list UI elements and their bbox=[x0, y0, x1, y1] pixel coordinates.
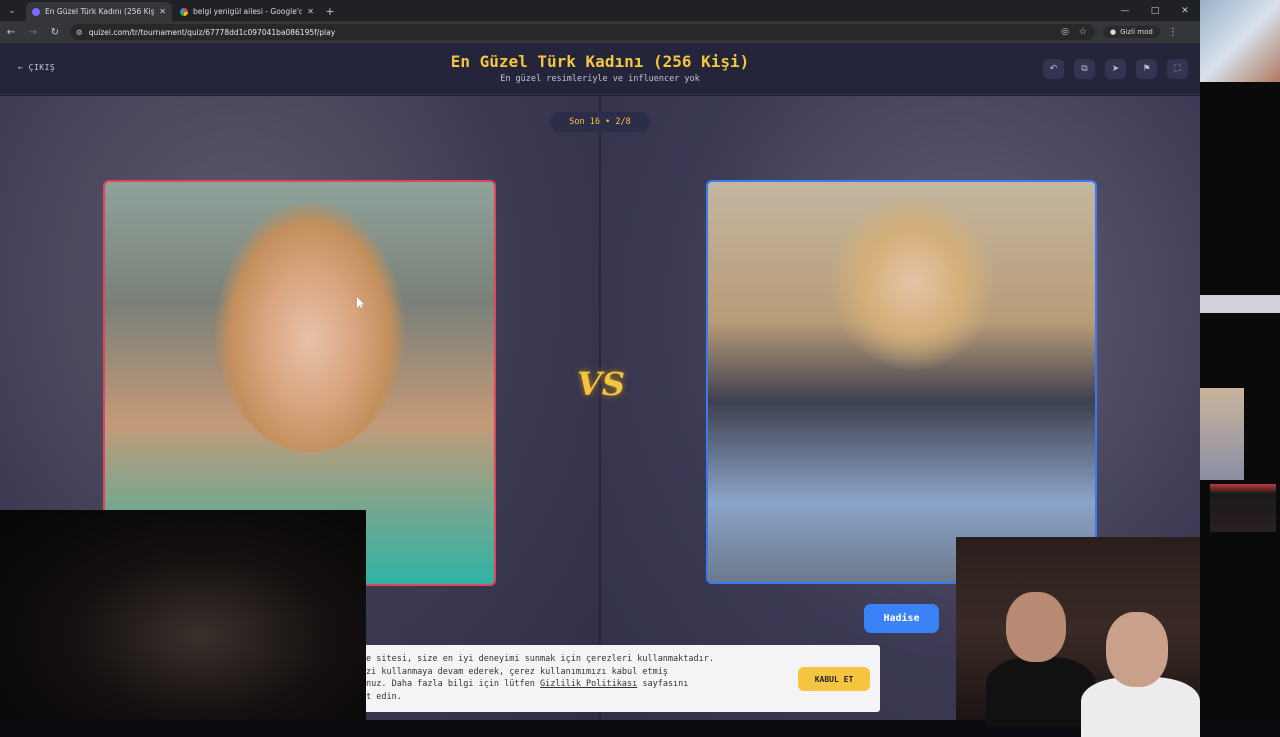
url-text: quizei.com/tr/tournament/quiz/67778dd1c0… bbox=[88, 27, 336, 37]
share-icon[interactable]: ⧉ bbox=[1074, 59, 1095, 79]
side-thumbnail-top bbox=[1200, 0, 1280, 82]
page-title: En Güzel Türk Kadını (256 Kişi) bbox=[450, 52, 750, 71]
incognito-label: Gizli mod bbox=[1120, 28, 1153, 36]
tab-google[interactable]: belgi yenigül ailesi - Google'da ✕ bbox=[174, 2, 320, 21]
reload-icon[interactable]: ↻ bbox=[44, 27, 66, 38]
cookie-line-2: zi kullanmaya devam ederek, çerez kullan… bbox=[366, 666, 668, 677]
window-controls: — □ ✕ bbox=[1110, 0, 1200, 21]
header-actions: ↶ ⧉ ➤ ⚑ ⛶ bbox=[1043, 59, 1188, 79]
minimize-icon[interactable]: — bbox=[1110, 0, 1140, 21]
page-subtitle: En güzel resimleriyle ve influencer yok bbox=[500, 74, 700, 84]
fullscreen-icon[interactable]: ⛶ bbox=[1167, 59, 1188, 79]
forward-arrow-icon[interactable]: → bbox=[22, 27, 44, 38]
cookie-line-3-post: sayfasını bbox=[637, 679, 689, 690]
eye-off-icon[interactable]: ◎ bbox=[1061, 27, 1069, 37]
contestant-photo bbox=[828, 192, 998, 372]
person-face bbox=[1006, 592, 1066, 662]
right-contestant-card[interactable] bbox=[706, 180, 1097, 584]
undo-icon[interactable]: ↶ bbox=[1043, 59, 1064, 79]
center-divider bbox=[599, 96, 601, 720]
person-body bbox=[986, 657, 1096, 727]
webcam-overlay-right bbox=[956, 537, 1200, 737]
close-tab-icon[interactable]: ✕ bbox=[307, 7, 314, 16]
side-monitor-strip bbox=[1200, 0, 1280, 720]
quizei-favicon-icon bbox=[32, 7, 40, 16]
tab-search-icon[interactable]: ⌄ bbox=[0, 0, 24, 21]
cookie-banner: e sitesi, size en iyi deneyimi sunmak iç… bbox=[358, 645, 880, 712]
new-tab-icon[interactable]: + bbox=[320, 5, 340, 18]
back-arrow-icon[interactable]: ← bbox=[0, 27, 22, 38]
flag-icon[interactable]: ⚑ bbox=[1136, 59, 1157, 79]
address-bar: ← → ↻ ⚙ quizei.com/tr/tournament/quiz/67… bbox=[0, 21, 1200, 43]
quiz-header: ← ÇIKIŞ En Güzel Türk Kadını (256 Kişi) … bbox=[0, 43, 1200, 95]
url-field[interactable]: ⚙ quizei.com/tr/tournament/quiz/67778dd1… bbox=[70, 24, 1095, 40]
cookie-line-1: e sitesi, size en iyi deneyimi sunmak iç… bbox=[366, 654, 714, 664]
round-indicator: Son 16 • 2/8 bbox=[550, 112, 650, 132]
webcam-overlay-left bbox=[0, 510, 366, 720]
cookie-text: e sitesi, size en iyi deneyimi sunmak iç… bbox=[366, 653, 786, 703]
bookmark-star-icon[interactable]: ☆ bbox=[1079, 27, 1087, 37]
send-icon[interactable]: ➤ bbox=[1105, 59, 1126, 79]
google-favicon-icon bbox=[180, 7, 188, 16]
privacy-policy-link[interactable]: Gizlilik Politikası bbox=[540, 679, 637, 689]
incognito-badge[interactable]: ● Gizli mod bbox=[1103, 26, 1160, 38]
close-window-icon[interactable]: ✕ bbox=[1170, 0, 1200, 21]
close-tab-icon[interactable]: ✕ bbox=[159, 7, 166, 16]
right-contestant-name-button[interactable]: Hadise bbox=[864, 604, 939, 633]
contestant-photo bbox=[215, 202, 405, 452]
incognito-icon: ● bbox=[1110, 28, 1117, 36]
maximize-icon[interactable]: □ bbox=[1140, 0, 1170, 21]
site-info-icon[interactable]: ⚙ bbox=[76, 28, 83, 37]
cookie-line-3-pre: nuz. Daha fazla bilgi için lütfen bbox=[366, 679, 540, 690]
side-thumbnail-cam bbox=[1210, 484, 1276, 532]
accept-cookies-button[interactable]: KABUL ET bbox=[798, 667, 870, 691]
tab-active[interactable]: En Güzel Türk Kadını (256 Kişi) ✕ bbox=[26, 2, 172, 21]
vs-badge: VS bbox=[577, 365, 625, 403]
cookie-line-4: t edin. bbox=[366, 691, 402, 702]
tab-bar: ⌄ En Güzel Türk Kadını (256 Kişi) ✕ belg… bbox=[0, 0, 1200, 21]
side-thumbnail-image bbox=[1200, 388, 1244, 480]
menu-kebab-icon[interactable]: ⋮ bbox=[1168, 27, 1178, 38]
tab-title: belgi yenigül ailesi - Google'da bbox=[193, 7, 303, 16]
side-thumbnail-bar bbox=[1200, 295, 1280, 313]
person-face bbox=[1106, 612, 1168, 687]
tab-title: En Güzel Türk Kadını (256 Kişi) bbox=[45, 7, 155, 16]
